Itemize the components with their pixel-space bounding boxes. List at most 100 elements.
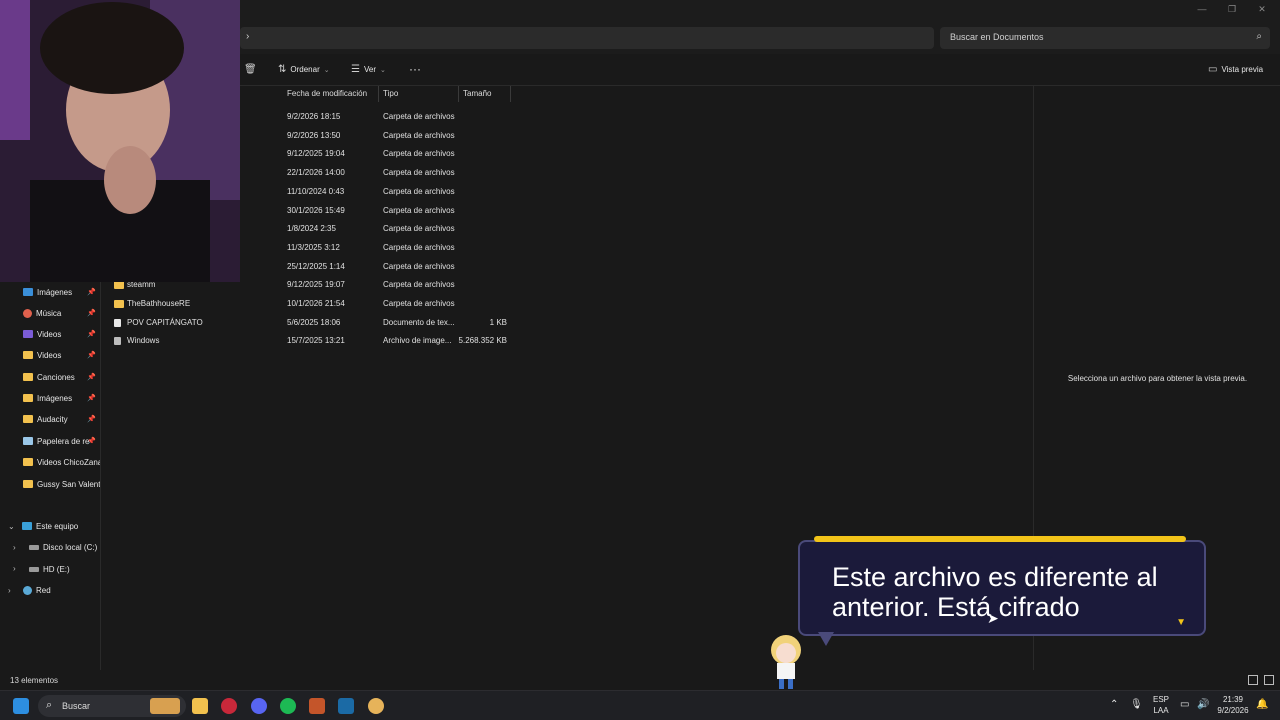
game-dialog: Este archivo es diferente al anterior. E…	[798, 536, 1206, 646]
nav-label: Red	[36, 585, 51, 595]
close-icon[interactable]: ✕	[1254, 4, 1270, 15]
search-input[interactable]: Buscar en Documentos ⌕	[940, 27, 1270, 49]
steam-icon[interactable]	[338, 698, 354, 714]
file-modified: 9/2/2026 18:15	[287, 112, 341, 121]
file-row[interactable]: POV CAPITÁNGATO 5/6/2025 18:06 Documento d…	[101, 314, 1033, 332]
windows-start-icon[interactable]	[13, 698, 29, 714]
file-row[interactable]: 1/8/2024 2:35 Carpeta de archivos	[101, 220, 1033, 238]
pin-icon: 📌	[87, 310, 96, 317]
nav-item-hd-e[interactable]: HD (E:)	[0, 560, 100, 578]
column-header-type[interactable]: Tipo	[379, 86, 459, 102]
file-row[interactable]: 25/12/2025 1:14 Carpeta de archivos	[101, 258, 1033, 276]
column-header-modified[interactable]: Fecha de modificación	[283, 86, 379, 102]
file-type: Carpeta de archivos	[383, 149, 455, 159]
chevron-right-icon[interactable]: ›	[246, 31, 249, 42]
preview-pane-button[interactable]: ▭ Vista previa	[1208, 64, 1263, 75]
pin-icon: 📌	[87, 289, 96, 296]
spotify-icon[interactable]	[280, 698, 296, 714]
search-icon: ⌕	[46, 699, 53, 711]
view-icon: ☰	[351, 64, 360, 75]
file-row[interactable]: 11/3/2025 3:12 Carpeta de archivos	[101, 239, 1033, 257]
search-icon[interactable]: ⌕	[1256, 31, 1262, 42]
nav-item-audacity[interactable]: Audacity 📌	[0, 410, 100, 428]
language-indicator[interactable]: ESP LAA	[1150, 695, 1172, 715]
videos-icon	[23, 330, 33, 338]
nav-item-imagenes-folder[interactable]: Imágenes 📌	[0, 389, 100, 407]
more-options-button[interactable]: ···	[409, 62, 421, 76]
file-type: Carpeta de archivos	[383, 130, 455, 140]
nav-item-red[interactable]: Red	[0, 581, 100, 599]
nav-item-imagenes[interactable]: Imágenes 📌	[0, 283, 100, 301]
path-box[interactable]: ›	[240, 27, 934, 49]
tiles-view-icon[interactable]	[1264, 675, 1274, 685]
sort-button[interactable]: ⇅ Ordenar ⌄	[278, 64, 330, 75]
view-label: Ver	[363, 65, 376, 74]
folder-icon	[114, 300, 124, 308]
file-row[interactable]: 9/2/2026 18:15 Carpeta de archivos	[101, 108, 1033, 126]
nav-label: Videos ChicoZana	[37, 457, 100, 467]
minimize-icon[interactable]: —	[1194, 4, 1210, 14]
clock-date: 9/2/2026	[1217, 706, 1249, 715]
file-row[interactable]: 22/1/2026 14:00 Carpeta de archivos	[101, 164, 1033, 182]
game-icon[interactable]	[309, 698, 325, 714]
file-row[interactable]: TheBathhouseRE 10/1/2026 21:54 Carpeta de …	[101, 295, 1033, 313]
folder-icon	[23, 351, 33, 359]
network-icon[interactable]: ▭	[1180, 699, 1189, 710]
nav-item-papelera[interactable]: Papelera de re 📌	[0, 432, 100, 450]
restore-icon[interactable]: ❐	[1224, 4, 1240, 15]
sort-icon: ⇅	[278, 64, 287, 75]
clock-time: 21:39	[1222, 695, 1244, 704]
file-explorer-icon[interactable]	[192, 698, 208, 714]
file-modified: 25/12/2025 1:14	[287, 261, 345, 271]
file-row[interactable]: steamm 9/12/2025 19:07 Carpeta de archivos	[101, 276, 1033, 294]
nav-item-musica[interactable]: Música 📌	[0, 304, 100, 322]
nav-item-videos[interactable]: Videos 📌	[0, 325, 100, 343]
view-button[interactable]: ☰ Ver ⌄	[351, 64, 386, 75]
file-row[interactable]: Windows 15/7/2025 13:21 Archivo de image..…	[101, 332, 1033, 350]
file-type: Carpeta de archivos	[383, 224, 455, 234]
dialog-tail	[818, 632, 834, 646]
pictures-icon	[23, 288, 33, 296]
delete-button[interactable]: 🗑	[244, 64, 257, 75]
discord-icon[interactable]	[251, 698, 267, 714]
file-type: Documento de tex...	[383, 317, 455, 327]
pin-icon: 📌	[87, 374, 96, 381]
volume-icon[interactable]: 🔊	[1197, 699, 1209, 710]
search-placeholder: Buscar en Documentos	[950, 32, 1044, 42]
drive-icon	[29, 544, 39, 550]
recycle-bin-icon	[23, 437, 33, 445]
show-hidden-icons-icon[interactable]: ⌃	[1110, 699, 1118, 710]
file-size: 5.268.352 KB	[458, 336, 507, 346]
nav-item-disco-c[interactable]: Disco local (C:)	[0, 538, 100, 556]
column-header-size[interactable]: Tamaño	[459, 86, 511, 102]
opera-gx-icon[interactable]	[221, 698, 237, 714]
taskbar: ⌕ Buscar ⌃ 🎙 ESP LAA ▭ 🔊 21:39 9/2/2026 …	[0, 690, 1280, 720]
nav-label: Disco local (C:)	[43, 542, 98, 552]
file-row[interactable]: 9/12/2025 19:04 Carpeta de archivos	[101, 145, 1033, 163]
nav-item-gussy[interactable]: Gussy San Valentín	[0, 475, 100, 493]
clock[interactable]: 21:39 9/2/2026	[1214, 695, 1252, 715]
dialog-box: Este archivo es diferente al anterior. E…	[798, 540, 1206, 636]
webcam-overlay	[0, 0, 240, 282]
nav-label: HD (E:)	[43, 564, 70, 574]
nav-item-videos-chicozana[interactable]: Videos ChicoZana	[0, 453, 100, 471]
folder-icon	[23, 373, 33, 381]
file-name: POV CAPITÁNGATO	[127, 317, 203, 327]
microphone-icon[interactable]: 🎙	[1130, 699, 1143, 710]
nav-item-videos-folder[interactable]: Videos 📌	[0, 346, 100, 364]
nav-label: Este equipo	[36, 521, 79, 531]
text-document-icon	[114, 318, 121, 327]
continue-arrow-icon[interactable]: ▼	[1176, 617, 1186, 628]
file-row[interactable]: 30/1/2026 15:49 Carpeta de archivos	[101, 202, 1033, 220]
game-character-icon[interactable]	[368, 698, 384, 714]
nav-item-canciones[interactable]: Canciones 📌	[0, 368, 100, 386]
file-name: TheBathhouseRE	[127, 299, 191, 308]
file-row[interactable]: 9/2/2026 13:50 Carpeta de archivos	[101, 127, 1033, 145]
dialog-accent-bar	[814, 536, 1186, 542]
details-view-icon[interactable]	[1248, 675, 1258, 685]
taskbar-search[interactable]: ⌕ Buscar	[38, 695, 186, 717]
file-row[interactable]: 11/10/2024 0:43 Carpeta de archivos	[101, 183, 1033, 201]
lang-bottom: LAA	[1153, 706, 1169, 715]
notifications-icon[interactable]: 🔔	[1256, 699, 1268, 710]
nav-item-este-equipo[interactable]: Este equipo	[0, 517, 100, 535]
